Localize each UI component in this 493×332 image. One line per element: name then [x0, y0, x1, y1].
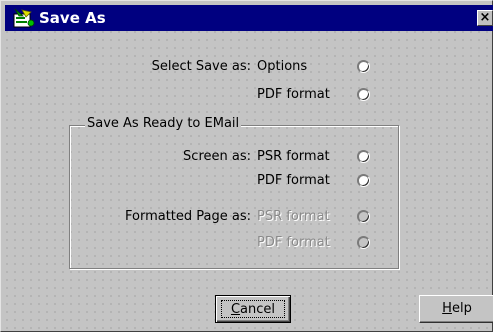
save-pdf-radio[interactable]	[357, 88, 370, 101]
help-button-label: Help	[442, 301, 472, 316]
cancel-button-label: Cancel	[230, 302, 276, 317]
window-title: Save As	[39, 9, 106, 27]
close-button[interactable]: ×	[477, 10, 493, 26]
option-pdf-label: PDF format	[257, 87, 330, 102]
help-button[interactable]: Help	[419, 295, 493, 323]
screen-pdf-label: PDF format	[257, 173, 330, 188]
email-group-title: Save As Ready to EMail	[85, 115, 242, 133]
formatted-pdf-radio	[357, 236, 370, 249]
screen-pdf-radio[interactable]	[357, 174, 370, 187]
option-options-label: Options	[257, 59, 308, 74]
formatted-page-as-label: Formatted Page as:	[124, 209, 251, 224]
title-bar[interactable]: Save As ×	[5, 5, 493, 31]
save-as-dialog: Save As × Select Save as: Options PDF fo…	[0, 0, 493, 332]
formatted-pdf-label: PDF format	[257, 235, 330, 250]
screen-psr-label: PSR format	[257, 149, 330, 164]
options-radio[interactable]	[357, 60, 370, 73]
email-group-box	[69, 125, 399, 269]
screen-psr-radio[interactable]	[357, 150, 370, 163]
app-icon	[13, 8, 35, 28]
formatted-psr-label: PSR format	[257, 209, 330, 224]
select-save-as-label: Select Save as:	[151, 59, 251, 74]
cancel-button[interactable]: Cancel	[215, 295, 291, 323]
screen-as-label: Screen as:	[183, 149, 251, 164]
close-icon: ×	[479, 10, 491, 25]
focus-rectangle: Cancel	[221, 300, 285, 318]
formatted-psr-radio	[357, 210, 370, 223]
